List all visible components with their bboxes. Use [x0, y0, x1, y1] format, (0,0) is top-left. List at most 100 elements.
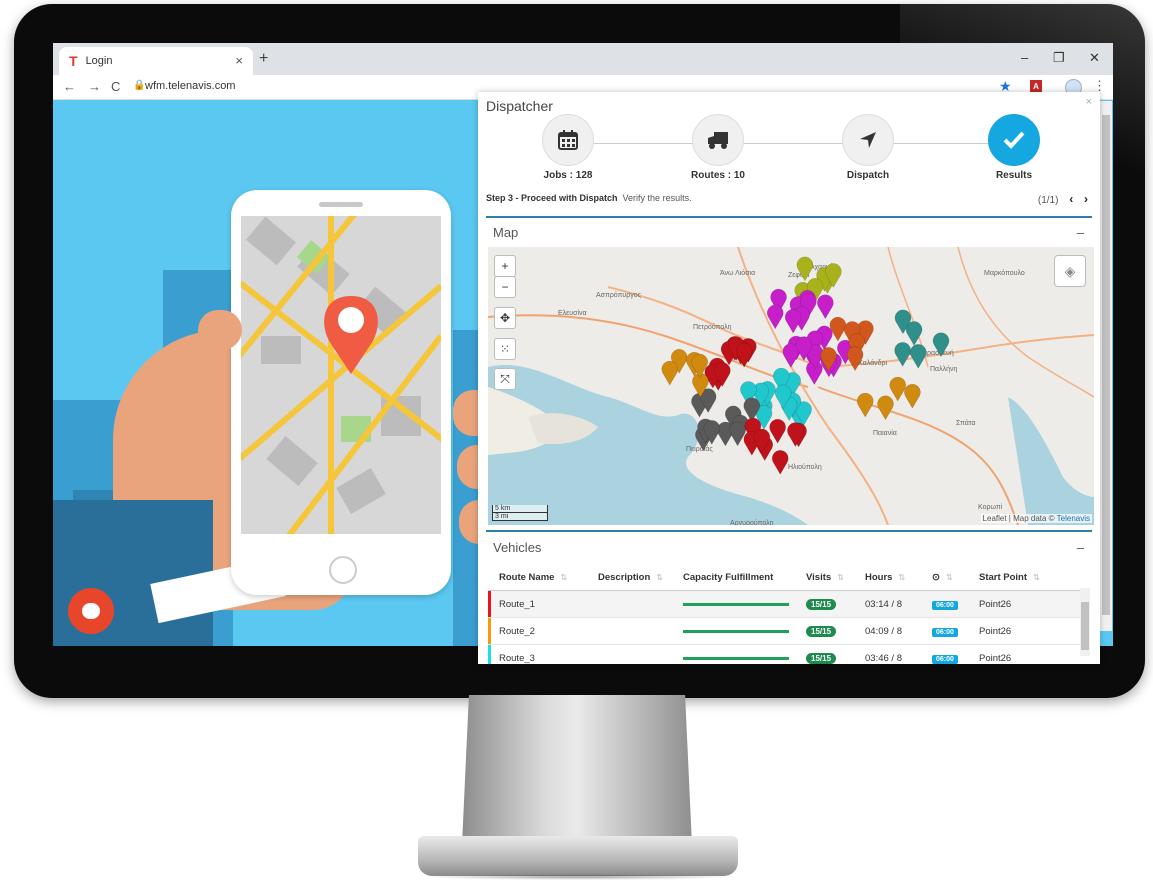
map-place-label: Ηλιούπολη: [788, 463, 822, 471]
map-place-label: Άνω Λιόσια: [720, 269, 755, 277]
close-window-button[interactable]: ✕: [1089, 50, 1100, 66]
fullscreen-icon[interactable]: ⤧: [494, 368, 516, 390]
cluster-icon[interactable]: ⁙: [494, 338, 516, 360]
map-minimize-button[interactable]: –: [1077, 225, 1084, 240]
table-row[interactable]: Route_2 15/15 04:09 / 8 06:00 Point26: [488, 617, 1084, 645]
start-time-badge: 06:00: [932, 627, 958, 637]
column-header-capacity[interactable]: Capacity Fulfillment: [675, 564, 798, 591]
step-results[interactable]: Results: [964, 114, 1064, 181]
reload-button[interactable]: C: [111, 79, 120, 94]
column-header-start-point[interactable]: Start Point ⇅: [971, 564, 1084, 591]
attribution-link[interactable]: Telenavis: [1057, 514, 1090, 523]
map-scale: 5 km 3 mi: [492, 505, 548, 521]
start-time-cell: 06:00: [924, 644, 971, 664]
phone-home-button: [329, 556, 357, 584]
capacity-cell: [675, 644, 798, 664]
description-cell: [590, 590, 675, 618]
sort-icon: ⇅: [656, 572, 663, 582]
truck-icon: [692, 114, 744, 166]
new-tab-button[interactable]: +: [259, 50, 268, 68]
chat-icon: [82, 603, 100, 619]
tab-bar: T Login × + – ❐ ✕: [53, 43, 1113, 75]
restore-window-button[interactable]: ❐: [1053, 50, 1065, 66]
description-cell: [590, 644, 675, 664]
minimize-window-button[interactable]: –: [1021, 50, 1028, 65]
capacity-bar: [683, 602, 789, 606]
column-header-hours[interactable]: Hours ⇅: [857, 564, 924, 591]
tab-close-icon[interactable]: ×: [235, 53, 243, 68]
map-place-label: Σπάτα: [956, 419, 975, 427]
route-name-cell: Route_2: [491, 617, 590, 645]
scale-mi: 3 mi: [492, 513, 548, 521]
capacity-bar: [683, 629, 789, 633]
layers-icon[interactable]: ◈: [1054, 255, 1086, 287]
phone-map-illustration: [241, 216, 441, 534]
table-row[interactable]: Route_3 15/15 03:46 / 8 06:00 Point26: [488, 644, 1084, 664]
step-title: Step 3 - Proceed with Dispatch: [486, 193, 618, 203]
visits-badge: 15/15: [806, 625, 837, 637]
route-name-cell: Route_3: [491, 644, 590, 664]
map-place-label: Ασπρόπυργος: [596, 291, 642, 299]
pager-count: (1/1): [1037, 195, 1059, 206]
back-button[interactable]: ←: [63, 79, 76, 94]
sort-icon: ⇅: [837, 572, 844, 582]
step-description: Step 3 - Proceed with Dispatch Verify th…: [486, 193, 692, 203]
start-time-cell: 06:00: [924, 617, 971, 645]
column-header-start-time[interactable]: ⊙ ⇅: [924, 564, 971, 591]
tab-login[interactable]: T Login ×: [59, 47, 253, 75]
pager-prev-button[interactable]: ‹: [1069, 192, 1073, 206]
zoom-in-button[interactable]: +: [494, 255, 516, 277]
step-jobs-label: Jobs : 128: [543, 170, 593, 181]
start-time-cell: 06:00: [924, 590, 971, 618]
capacity-cell: [675, 617, 798, 645]
start-time-badge: 06:00: [932, 654, 958, 664]
sort-icon: ⇅: [945, 572, 953, 582]
step-hint: Verify the results.: [622, 193, 692, 203]
map-place-label: Ελευσίνα: [558, 309, 587, 317]
map-place-label: Παιανία: [873, 429, 897, 437]
page-scrollbar-thumb[interactable]: [1102, 115, 1110, 615]
start-point-cell: Point26: [971, 617, 1084, 645]
description-cell: [590, 617, 675, 645]
start-point-cell: Point26: [971, 644, 1084, 664]
dialog-close-icon[interactable]: ×: [1086, 96, 1092, 108]
monitor-stand-shadow: [420, 874, 736, 880]
column-header-description[interactable]: Description ⇅: [590, 564, 675, 591]
table-header-row: Route Name ⇅ Description ⇅ Capacity Fulfil…: [488, 564, 1084, 591]
steps-connector: [570, 143, 1014, 144]
column-header-visits[interactable]: Visits ⇅: [798, 564, 857, 591]
map-place-label: Χαλάνδρι: [858, 359, 888, 367]
locate-icon[interactable]: ✥: [494, 307, 516, 329]
start-point-cell: Point26: [971, 590, 1084, 618]
chat-button[interactable]: [68, 588, 114, 634]
route-map[interactable]: Άνω ΛιόσιαΑχαρνέςΑσπρόπυργοςΕλευσίναΠετρ…: [488, 247, 1094, 525]
lock-icon: 🔒: [133, 80, 146, 91]
zoom-out-button[interactable]: −: [494, 276, 516, 298]
visits-cell: 15/15: [798, 617, 857, 645]
vehicles-section-title: Vehicles: [493, 540, 542, 555]
map-section-title: Map: [493, 225, 519, 240]
section-divider: [486, 216, 1092, 218]
attribution-text: Leaflet | Map data ©: [982, 514, 1055, 523]
forward-button[interactable]: →: [88, 79, 101, 94]
monitor-stand-base: [418, 836, 738, 876]
table-scrollbar-thumb[interactable]: [1081, 602, 1089, 650]
phone-illustration: [231, 190, 451, 595]
step-jobs[interactable]: Jobs : 128: [518, 114, 618, 181]
vehicles-minimize-button[interactable]: –: [1077, 540, 1084, 555]
url-field[interactable]: wfm.telenavis.com: [145, 80, 235, 92]
sort-icon: ⇅: [1033, 572, 1040, 582]
column-header-route-name[interactable]: Route Name ⇅: [491, 564, 590, 591]
table-scrollbar[interactable]: [1080, 588, 1090, 656]
monitor-stand-neck: [462, 695, 692, 845]
clock-icon: ⊙: [932, 571, 940, 583]
step-dispatch[interactable]: Dispatch: [818, 114, 918, 181]
table-row[interactable]: Route_1 15/15 03:14 / 8 06:00 Point26: [488, 590, 1084, 618]
page-scrollbar[interactable]: [1100, 101, 1112, 631]
thumb-illustration: [198, 310, 242, 350]
vehicles-table: Route Name ⇅ Description ⇅ Capacity Fulfil…: [488, 564, 1084, 664]
step-routes[interactable]: Routes : 10: [668, 114, 768, 181]
start-time-badge: 06:00: [932, 600, 958, 610]
pager-next-button[interactable]: ›: [1084, 192, 1088, 206]
map-place-label: Μαρκόπουλο: [984, 269, 1025, 277]
